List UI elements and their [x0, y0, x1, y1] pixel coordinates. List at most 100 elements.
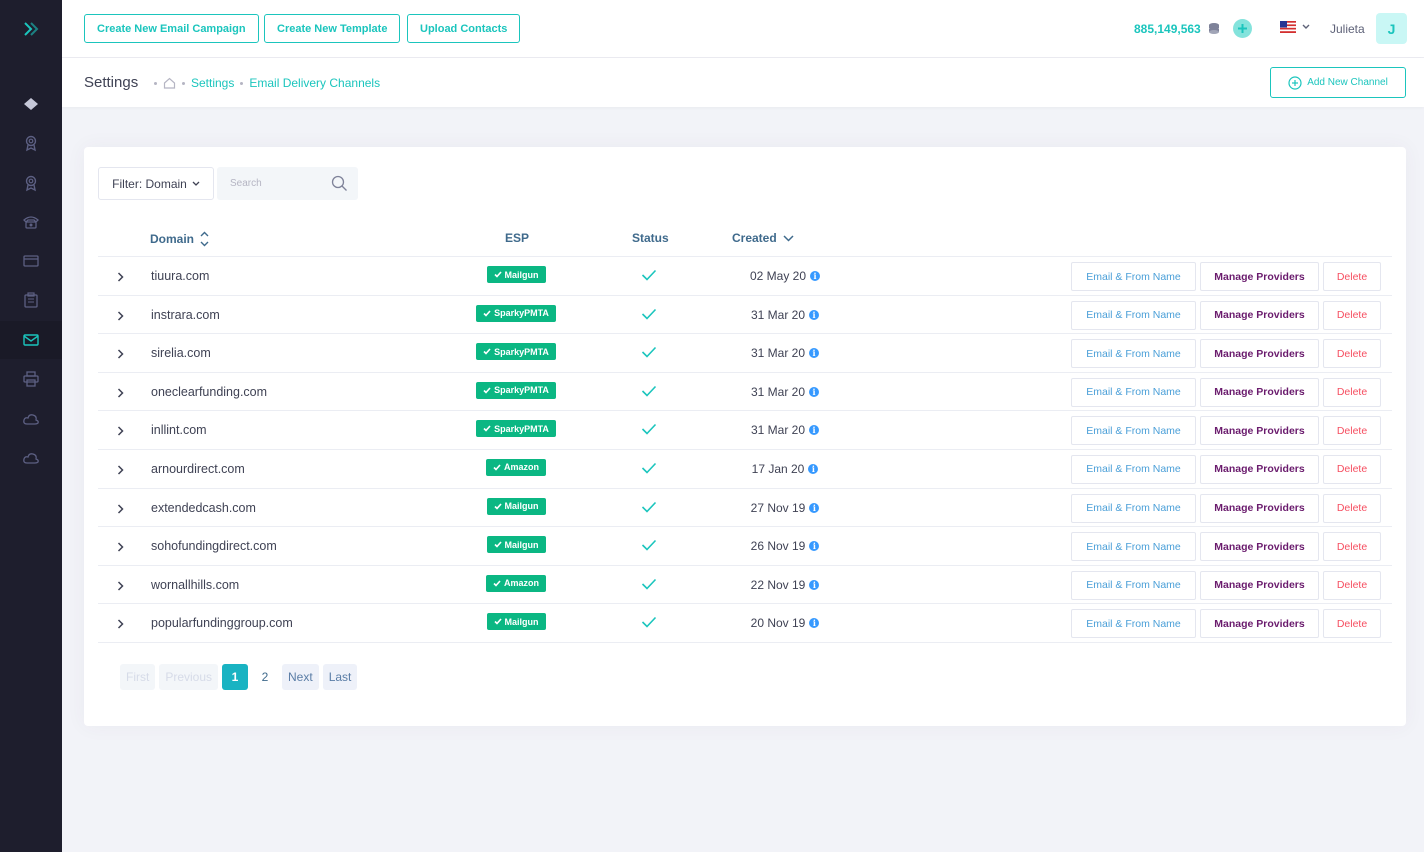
column-created[interactable]: Created — [732, 231, 794, 245]
info-icon[interactable]: i — [809, 309, 820, 320]
expand-row-icon[interactable] — [112, 346, 128, 362]
language-selector[interactable] — [1280, 21, 1310, 33]
email-from-name-button[interactable]: Email & From Name — [1071, 377, 1196, 407]
search-input[interactable] — [217, 167, 327, 200]
cloud-icon[interactable] — [0, 439, 62, 477]
manage-providers-button[interactable]: Manage Providers — [1200, 609, 1319, 639]
manage-providers-button[interactable]: Manage Providers — [1200, 262, 1319, 291]
domain-cell: wornallhills.com — [151, 577, 240, 592]
manage-providers-button[interactable]: Manage Providers — [1200, 454, 1319, 484]
create-campaign-button[interactable]: Create New Email Campaign — [84, 14, 259, 43]
phone-icon[interactable] — [0, 203, 62, 241]
check-icon — [493, 580, 501, 587]
avatar[interactable]: J — [1376, 13, 1407, 44]
info-icon[interactable]: i — [809, 386, 820, 397]
expand-row-icon[interactable] — [112, 578, 128, 594]
page-1-button[interactable]: 1 — [222, 664, 249, 690]
filter-dropdown[interactable]: Filter: Domain — [98, 167, 214, 200]
cloud-icon[interactable] — [0, 400, 62, 438]
delete-button[interactable]: Delete — [1323, 416, 1381, 446]
email-from-name-button[interactable]: Email & From Name — [1071, 570, 1196, 600]
delete-button[interactable]: Delete — [1323, 300, 1381, 330]
email-from-name-button[interactable]: Email & From Name — [1071, 300, 1196, 330]
email-from-name-button[interactable]: Email & From Name — [1071, 339, 1196, 369]
page-last-button[interactable]: Last — [322, 664, 358, 690]
delete-button[interactable]: Delete — [1323, 609, 1381, 639]
email-from-name-button[interactable]: Email & From Name — [1071, 609, 1196, 639]
sidebar-toggle-icon[interactable] — [18, 18, 44, 40]
expand-row-icon[interactable] — [112, 462, 128, 478]
esp-label: Mailgun — [504, 269, 539, 280]
table-header: Domain ESP Status Created — [98, 225, 1392, 257]
info-icon[interactable]: i — [809, 618, 820, 629]
search-icon[interactable] — [331, 175, 348, 192]
domain-cell: arnourdirect.com — [151, 461, 245, 476]
table-row: extendedcash.com Mailgun 27 Nov 19 i Email &… — [98, 489, 1392, 528]
mail-icon[interactable] — [0, 321, 62, 359]
email-from-name-button[interactable]: Email & From Name — [1071, 532, 1196, 562]
info-icon[interactable]: i — [809, 579, 820, 590]
expand-row-icon[interactable] — [112, 308, 128, 324]
award-icon[interactable] — [0, 164, 62, 202]
info-icon[interactable]: i — [809, 425, 820, 436]
email-from-name-button[interactable]: Email & From Name — [1071, 493, 1196, 523]
info-icon[interactable]: i — [810, 271, 821, 281]
esp-label: Mailgun — [504, 501, 539, 512]
esp-label: SparkyPMTA — [494, 308, 549, 319]
created-cell: 22 Nov 19 i — [718, 578, 852, 592]
expand-row-icon[interactable] — [112, 269, 128, 285]
delete-button[interactable]: Delete — [1323, 493, 1381, 523]
column-domain[interactable]: Domain — [150, 231, 209, 247]
email-from-name-button[interactable]: Email & From Name — [1071, 262, 1196, 291]
home-icon[interactable] — [163, 77, 176, 89]
delete-button[interactable]: Delete — [1323, 532, 1381, 562]
create-template-button[interactable]: Create New Template — [264, 14, 401, 43]
created-date: 31 Mar 20 — [750, 346, 806, 361]
manage-providers-button[interactable]: Manage Providers — [1200, 300, 1319, 330]
add-new-channel-button[interactable]: Add New Channel — [1270, 67, 1406, 98]
upload-contacts-button[interactable]: Upload Contacts — [407, 14, 521, 43]
printer-icon[interactable] — [0, 360, 62, 398]
card-icon[interactable] — [0, 242, 62, 280]
page-next-button[interactable]: Next — [282, 664, 319, 690]
info-icon[interactable]: i — [808, 463, 819, 474]
page-2-button[interactable]: 2 — [252, 664, 278, 690]
domain-cell: popularfundinggroup.com — [151, 616, 293, 631]
breadcrumb-email-delivery-channels[interactable]: Email Delivery Channels — [249, 76, 380, 90]
clipboard-icon[interactable] — [0, 281, 62, 319]
expand-row-icon[interactable] — [112, 385, 128, 401]
delete-button[interactable]: Delete — [1323, 570, 1381, 600]
delete-button[interactable]: Delete — [1323, 262, 1381, 291]
add-credits-icon[interactable] — [1233, 19, 1252, 38]
expand-row-icon[interactable] — [112, 539, 128, 555]
manage-providers-button[interactable]: Manage Providers — [1200, 532, 1319, 562]
manage-providers-button[interactable]: Manage Providers — [1200, 377, 1319, 407]
created-cell: 17 Jan 20 i — [718, 462, 852, 476]
info-icon[interactable]: i — [809, 541, 820, 552]
esp-label: SparkyPMTA — [494, 385, 549, 396]
delete-button[interactable]: Delete — [1323, 377, 1381, 407]
delete-button[interactable]: Delete — [1323, 454, 1381, 484]
breadcrumb-settings[interactable]: Settings — [191, 76, 234, 90]
manage-providers-button[interactable]: Manage Providers — [1200, 339, 1319, 369]
credits-value: 885,149,563 — [1134, 22, 1201, 36]
esp-cell: SparkyPMTA — [471, 343, 561, 361]
page-first-button[interactable]: First — [120, 664, 156, 690]
email-from-name-button[interactable]: Email & From Name — [1071, 454, 1196, 484]
check-icon — [483, 310, 491, 317]
email-from-name-button[interactable]: Email & From Name — [1071, 416, 1196, 446]
manage-providers-button[interactable]: Manage Providers — [1200, 570, 1319, 600]
manage-providers-button[interactable]: Manage Providers — [1200, 493, 1319, 523]
expand-row-icon[interactable] — [112, 423, 128, 439]
delete-button[interactable]: Delete — [1323, 339, 1381, 369]
layers-icon[interactable] — [0, 85, 62, 123]
table-row: sohofundingdirect.com Mailgun 26 Nov 19 i Em… — [98, 527, 1392, 566]
award-icon[interactable] — [0, 124, 62, 162]
info-icon[interactable]: i — [809, 348, 820, 359]
manage-providers-button[interactable]: Manage Providers — [1200, 416, 1319, 446]
filter-label: Filter: Domain — [112, 176, 187, 191]
info-icon[interactable]: i — [809, 502, 820, 513]
page-previous-button[interactable]: Previous — [159, 664, 219, 690]
expand-row-icon[interactable] — [112, 501, 128, 517]
expand-row-icon[interactable] — [112, 616, 128, 632]
